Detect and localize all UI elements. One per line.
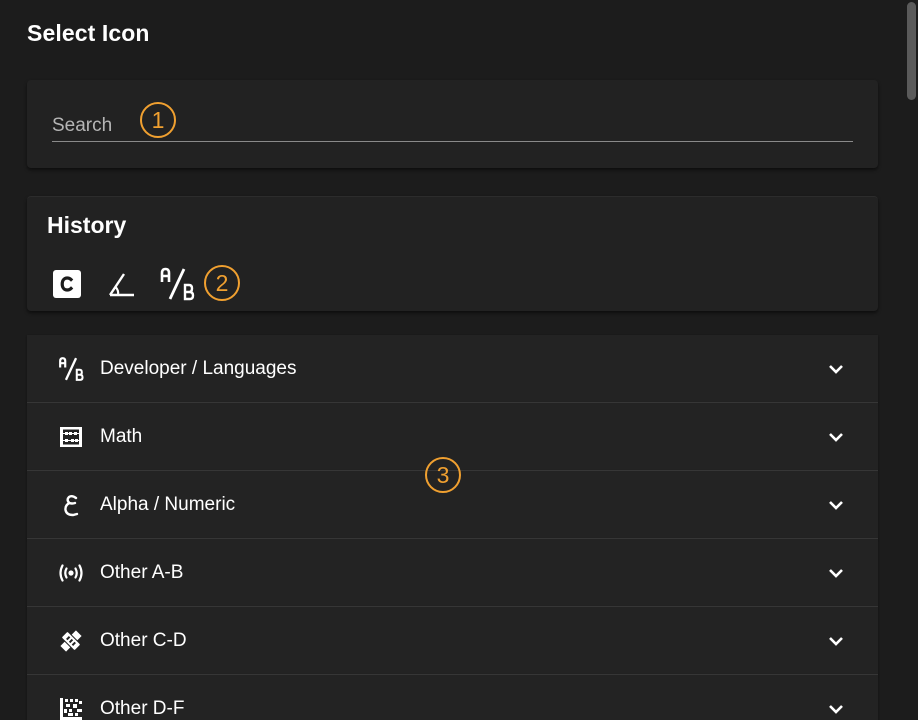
- callout-marker-1: 1: [140, 102, 176, 138]
- dialog-title: Select Icon: [27, 20, 150, 46]
- scrollbar-thumb[interactable]: [907, 2, 916, 100]
- category-label: Other A-B: [100, 561, 184, 583]
- category-label: Alpha / Numeric: [100, 493, 236, 515]
- history-title: History: [47, 212, 127, 238]
- category-label: Math: [100, 425, 143, 447]
- category-row-other-a-b[interactable]: Other A-B: [27, 539, 878, 607]
- category-label: Developer / Languages: [100, 357, 297, 379]
- history-icon-language-c[interactable]: [39, 269, 94, 303]
- satellite-dish-icon: [57, 627, 85, 655]
- select-icon-dialog: Select Icon 1 History: [0, 0, 918, 720]
- chevron-down-icon[interactable]: [828, 361, 844, 377]
- category-row-other-c-d[interactable]: Other C-D: [27, 607, 878, 675]
- category-row-alpha-numeric[interactable]: Alpha / Numeric 3: [27, 457, 878, 539]
- history-icon-angle[interactable]: [94, 269, 149, 303]
- arabic-ain-icon: [57, 491, 85, 519]
- alpha-a-slash-b-icon: [159, 267, 195, 306]
- history-card: History: [27, 196, 878, 311]
- callout-marker-2: 2: [204, 265, 240, 301]
- chevron-down-icon[interactable]: [828, 497, 844, 513]
- broadcast-icon: [57, 559, 85, 587]
- chevron-down-icon[interactable]: [828, 633, 844, 649]
- abacus-icon: [57, 423, 85, 451]
- category-list: Developer / Languages Math Alpha / Numer…: [27, 335, 878, 720]
- angle-acute-icon: [107, 269, 137, 304]
- history-icon-list: [39, 267, 204, 306]
- category-row-developer-languages[interactable]: Developer / Languages: [27, 335, 878, 403]
- alpha-a-slash-b-icon: [57, 355, 85, 383]
- data-matrix-icon: [57, 695, 85, 720]
- category-label: Other D-F: [100, 697, 185, 719]
- callout-marker-3: 3: [425, 457, 461, 493]
- chevron-down-icon[interactable]: [828, 429, 844, 445]
- category-label: Other C-D: [100, 629, 187, 651]
- chevron-down-icon[interactable]: [828, 565, 844, 581]
- category-row-other-d-f[interactable]: Other D-F: [27, 675, 878, 720]
- chevron-down-icon[interactable]: [828, 701, 844, 717]
- scrollbar[interactable]: [904, 0, 918, 720]
- history-icon-alpha-a-slash-b[interactable]: [149, 267, 204, 306]
- language-c-icon: [52, 269, 82, 304]
